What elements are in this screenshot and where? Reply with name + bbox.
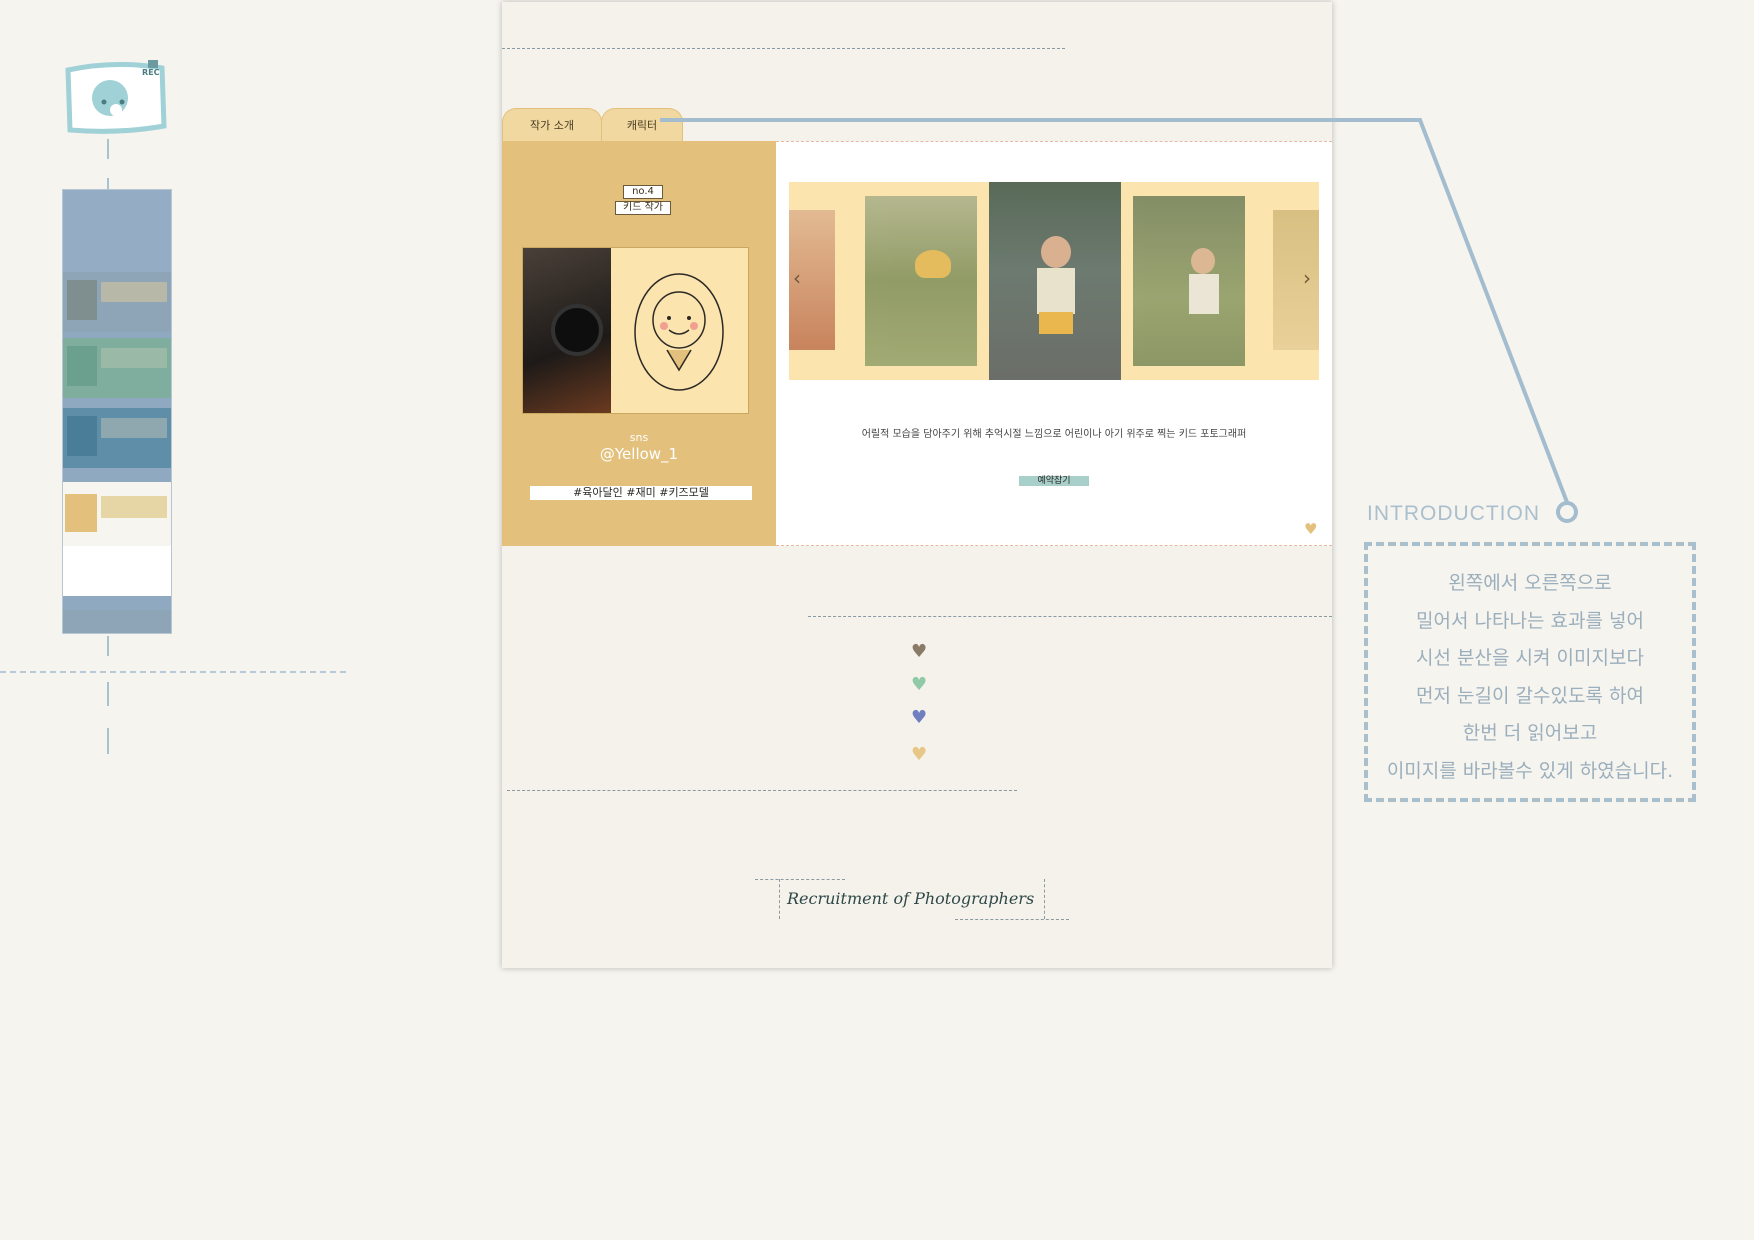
page-thumbnail[interactable]	[62, 189, 172, 634]
recruit-title: Recruitment of Photographers	[787, 889, 1035, 908]
heart-icon[interactable]: ♥	[911, 746, 927, 764]
thumb-section	[63, 272, 171, 332]
intro-line: 시선 분산을 시켜 이미지보다	[1416, 647, 1644, 669]
rec-badge: REC	[142, 68, 160, 77]
thumb-section	[63, 408, 171, 468]
divider	[507, 790, 1017, 791]
author-number: no.4	[623, 185, 663, 199]
intro-line: 한번 더 읽어보고	[1462, 722, 1598, 744]
connector-line	[107, 636, 109, 656]
thumb-footer	[63, 610, 171, 633]
heart-icon[interactable]: ♥	[911, 709, 927, 727]
divider	[502, 48, 1065, 49]
brand-logo[interactable]: REC	[64, 58, 170, 138]
tab-author-intro[interactable]: 작가 소개	[502, 108, 602, 143]
thumb-section	[63, 190, 171, 272]
intro-box: 왼쪽에서 오른쪽으로 밀어서 나타나는 효과를 넣어 시선 분산을 시켜 이미지…	[1364, 542, 1696, 802]
annotation-connector	[660, 118, 1572, 511]
heart-icon[interactable]: ♥	[911, 676, 927, 694]
thumb-section	[63, 338, 171, 398]
heart-icon[interactable]: ♥	[911, 643, 927, 661]
thumb-section	[63, 546, 171, 596]
intro-title: INTRODUCTION	[1367, 502, 1540, 525]
divider	[0, 671, 346, 673]
connector-line	[107, 682, 109, 706]
divider	[808, 616, 1332, 617]
intro-line: 왼쪽에서 오른쪽으로	[1448, 572, 1612, 594]
intro-line: 밀어서 나타나는 효과를 넣어	[1416, 610, 1644, 632]
recruit-heading: Recruitment of Photographers	[755, 879, 1069, 920]
connector-dot	[1556, 501, 1578, 523]
intro-line: 먼저 눈길이 갈수있도록 하여	[1416, 685, 1644, 707]
photographer-photo	[523, 248, 611, 413]
connector-line	[107, 139, 109, 159]
intro-line: 이미지를 바라볼수 있게 하였습니다.	[1386, 760, 1674, 782]
thumb-section-current	[63, 482, 171, 546]
connector-line	[107, 728, 109, 754]
